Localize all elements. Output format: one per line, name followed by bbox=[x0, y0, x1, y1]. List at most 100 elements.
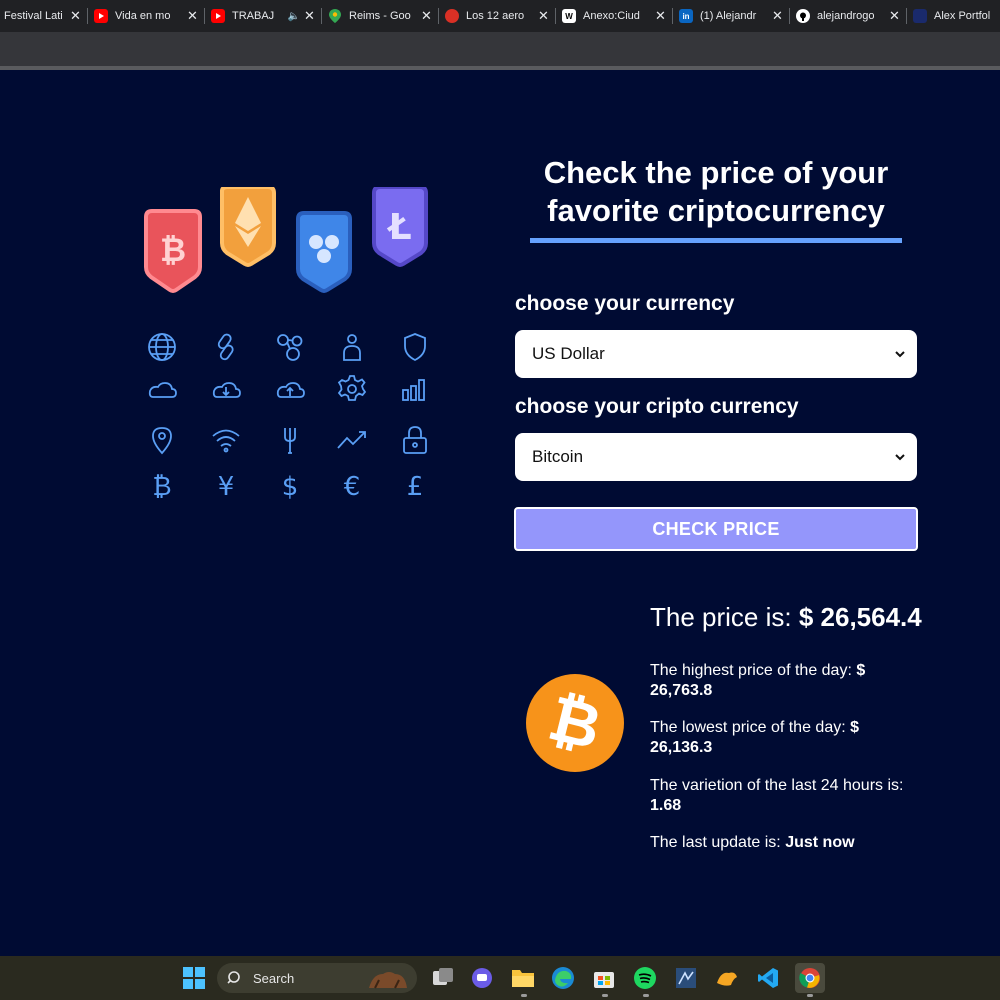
daily-change: The varietion of the last 24 hours is: 1… bbox=[650, 776, 920, 816]
svg-text:₿: ₿ bbox=[542, 681, 609, 764]
youtube-icon bbox=[211, 9, 225, 23]
store-icon[interactable] bbox=[590, 964, 618, 992]
page-title: Check the price of your favorite criptoc… bbox=[530, 154, 902, 230]
currency-select[interactable]: US Dollar bbox=[515, 330, 917, 378]
chevron-down-icon bbox=[895, 450, 905, 464]
tab-title: Anexo:Ciud bbox=[583, 10, 640, 22]
browser-tab[interactable]: W Anexo:Ciud ✕ bbox=[556, 0, 673, 32]
highest-price: The highest price of the day: $ 26,763.8 bbox=[650, 661, 920, 701]
litecoin-badge-icon: Ł bbox=[372, 187, 428, 267]
browser-tab[interactable]: Los 12 aero ✕ bbox=[439, 0, 556, 32]
currency-select-value: US Dollar bbox=[532, 344, 605, 363]
highest-price-label: The highest price of the day: bbox=[650, 662, 852, 679]
active-indicator bbox=[643, 994, 649, 997]
linkedin-icon: in bbox=[679, 9, 693, 23]
teams-icon[interactable] bbox=[468, 964, 496, 992]
close-icon[interactable]: ✕ bbox=[655, 8, 667, 24]
svg-text:Ł: Ł bbox=[386, 207, 411, 248]
crypto-select[interactable]: Bitcoin bbox=[515, 433, 917, 481]
ripple-badge-icon bbox=[296, 211, 352, 293]
search-icon bbox=[227, 971, 240, 984]
cloud-upload-icon bbox=[273, 372, 307, 406]
tab-title: Los 12 aero bbox=[466, 10, 525, 22]
chevron-down-icon bbox=[895, 347, 905, 361]
fork-icon bbox=[273, 423, 307, 457]
github-icon bbox=[796, 9, 810, 23]
wifi-icon bbox=[209, 423, 243, 457]
search-placeholder: Search bbox=[253, 970, 295, 986]
close-icon[interactable]: ✕ bbox=[70, 8, 82, 24]
edge-icon[interactable] bbox=[549, 964, 577, 992]
title-underline bbox=[530, 238, 902, 243]
globe-icon bbox=[145, 330, 179, 364]
lock-icon bbox=[398, 423, 432, 457]
portfolio-icon bbox=[913, 9, 927, 23]
youtube-icon bbox=[94, 9, 108, 23]
last-update: The last update is: Just now bbox=[650, 833, 920, 853]
close-icon[interactable]: ✕ bbox=[187, 8, 199, 24]
dollar-icon: $ bbox=[281, 472, 299, 502]
start-icon[interactable] bbox=[180, 964, 208, 992]
last-update-value: Just now bbox=[785, 834, 855, 851]
audio-icon[interactable]: 🔈 bbox=[288, 11, 300, 22]
price-value: $ 26,564.4 bbox=[798, 602, 922, 632]
page-title-line-1: Check the price of your bbox=[543, 155, 889, 190]
close-icon[interactable]: ✕ bbox=[538, 8, 550, 24]
tab-title: alejandrogo bbox=[817, 10, 875, 22]
crypto-select-value: Bitcoin bbox=[532, 447, 584, 466]
browser-tab[interactable]: TRABAJ 🔈 ✕ bbox=[205, 0, 322, 32]
sql-icon[interactable] bbox=[672, 964, 700, 992]
active-indicator bbox=[807, 994, 813, 997]
close-icon[interactable]: ✕ bbox=[889, 8, 901, 24]
tab-title: Festival Lati bbox=[4, 10, 63, 22]
site-icon bbox=[445, 9, 459, 23]
tab-title: Vida en mo bbox=[115, 10, 171, 22]
link-icon bbox=[209, 330, 243, 364]
wikipedia-icon: W bbox=[562, 9, 576, 23]
taskbar-search[interactable]: Search bbox=[217, 963, 417, 993]
molecule-icon bbox=[273, 330, 307, 364]
tab-title: Reims - Goo bbox=[349, 10, 411, 22]
close-icon[interactable]: ✕ bbox=[772, 8, 784, 24]
task-view-icon[interactable] bbox=[429, 964, 457, 992]
page-content: ₿ Ł ₿ ¥ $ € £ Check the price of your fa… bbox=[0, 72, 1000, 956]
tab-title: Alex Portfol bbox=[934, 10, 991, 22]
close-icon[interactable]: ✕ bbox=[304, 8, 316, 24]
map-pin-icon bbox=[145, 423, 179, 457]
browser-tab[interactable]: in (1) Alejandr ✕ bbox=[673, 0, 790, 32]
lowest-price-label: The lowest price of the day: bbox=[650, 719, 846, 736]
active-indicator bbox=[521, 994, 527, 997]
file-explorer-icon[interactable] bbox=[509, 964, 537, 992]
browser-tab[interactable]: alejandrogo ✕ bbox=[790, 0, 907, 32]
euro-icon: € bbox=[343, 472, 361, 502]
spotify-icon[interactable] bbox=[631, 964, 659, 992]
svg-text:₿: ₿ bbox=[160, 231, 186, 269]
browser-tab[interactable]: Reims - Goo ✕ bbox=[322, 0, 439, 32]
last-update-label: The last update is: bbox=[650, 834, 781, 851]
person-icon bbox=[335, 330, 369, 364]
search-highlight-icon bbox=[369, 972, 407, 989]
browser-tab[interactable]: Festival Lati ✕ bbox=[0, 0, 88, 32]
currency-label: choose your currency bbox=[515, 292, 735, 315]
ethereum-badge-icon bbox=[220, 187, 276, 267]
browser-tab[interactable]: Vida en mo ✕ bbox=[88, 0, 205, 32]
bitcoin-symbol-icon: ₿ bbox=[152, 472, 172, 502]
crypto-label: choose your cripto currency bbox=[515, 395, 799, 418]
page-title-line-2: favorite criptocurrency bbox=[547, 193, 885, 228]
browser-tab-strip: Festival Lati ✕ Vida en mo ✕ TRABAJ 🔈 ✕ … bbox=[0, 0, 1000, 32]
close-icon[interactable]: ✕ bbox=[421, 8, 433, 24]
check-price-button[interactable]: CHECK PRICE bbox=[514, 507, 918, 551]
daily-change-value: 1.68 bbox=[650, 797, 682, 814]
maps-icon bbox=[328, 9, 342, 23]
bitcoin-badge-icon: ₿ bbox=[144, 209, 202, 293]
daily-change-label: The varietion of the last 24 hours is: bbox=[650, 777, 904, 794]
chrome-icon[interactable] bbox=[795, 963, 825, 993]
gear-icon bbox=[335, 372, 369, 406]
browser-tab[interactable]: Alex Portfol bbox=[907, 0, 997, 32]
tab-title: TRABAJ bbox=[232, 10, 275, 22]
price-label: The price is: bbox=[650, 602, 792, 632]
vscode-icon[interactable] bbox=[754, 964, 782, 992]
taskbar: Search bbox=[0, 956, 1000, 1000]
app-icon[interactable] bbox=[713, 964, 741, 992]
shield-icon bbox=[398, 330, 432, 364]
